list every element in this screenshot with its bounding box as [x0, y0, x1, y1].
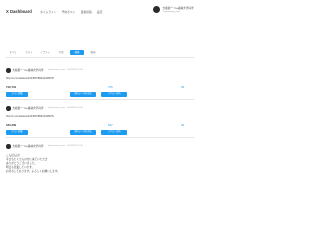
post-meta: @yamatoya_mori · 2024/3/19 18:30	[47, 107, 83, 110]
tab-video[interactable]: 動画	[86, 50, 100, 55]
avatar[interactable]	[6, 106, 11, 111]
post-body-line: お待ちしております。よろしくお願いします。	[6, 170, 60, 173]
repost-analytics-button[interactable]: リポスト分析	[101, 130, 127, 135]
tab-reply[interactable]: リプライ	[38, 50, 52, 55]
post-detail-button[interactable]: ポスト詳細	[6, 130, 28, 135]
post-card: 大和屋ー 'm+森林大学円寺' @yamatoya_mori · 2024/3/…	[6, 106, 194, 138]
tab-all[interactable]: すべて	[6, 50, 20, 55]
nav-item-auto-post[interactable]: 自動投稿	[81, 10, 92, 14]
card-header: 大和屋ー 'm+森林大学円寺' @yamatoya_mori · 2024/3/…	[6, 144, 83, 149]
app-logo[interactable]: X Dashboard	[6, 9, 32, 14]
card-header: 大和屋ー 'm+森林大学円寺' @yamatoya_mori · 2024/3/…	[6, 68, 83, 73]
impressions-count: 180,309	[6, 123, 17, 127]
filter-tabs: すべて ポスト リプライ 引用 画像 動画	[6, 50, 194, 58]
user-info: 大和屋ー 'm+森林大学円寺' @yamatoya_mori	[163, 6, 194, 13]
user-menu[interactable]: 大和屋ー 'm+森林大学円寺' @yamatoya_mori	[152, 6, 194, 13]
tab-post[interactable]: ポスト	[22, 50, 36, 55]
likes-count: 547	[108, 123, 113, 127]
repost-analytics-button[interactable]: リポスト分析	[101, 92, 127, 97]
impressions-count: 749,734	[6, 85, 17, 89]
author-name[interactable]: 大和屋ー 'm+森林大学円寺'	[13, 106, 44, 110]
reposts-count: 29	[181, 85, 185, 89]
post-body-line[interactable]: http://x.com/status/123456789012345679	[6, 115, 54, 118]
tab-quote[interactable]: 引用	[54, 50, 68, 55]
avatar[interactable]	[152, 6, 160, 13]
post-card: 大和屋ー 'm+森林大学円寺' @yamatoya_mori · 2024/3/…	[6, 144, 194, 194]
author-name[interactable]: 大和屋ー 'm+森林大学円寺'	[13, 68, 44, 72]
post-meta: @yamatoya_mori · 2024/3/18 21:15	[47, 145, 83, 148]
nav-item-settings[interactable]: 設定	[97, 10, 103, 14]
post-detail-button[interactable]: ポスト詳細	[6, 92, 28, 97]
post-meta: @yamatoya_mori · 2024/3/20 10:00	[47, 69, 83, 72]
analytics-button[interactable]: 分析データを見る	[70, 130, 96, 135]
main-nav: タイムライン 予約ポスト 自動投稿 設定	[40, 10, 102, 14]
post-body-line[interactable]: http://x.com/status/123456789012345678	[6, 77, 54, 80]
nav-item-scheduled[interactable]: 予約ポスト	[62, 10, 76, 14]
nav-item-timeline[interactable]: タイムライン	[40, 10, 57, 14]
user-handle: @yamatoya_mori	[162, 11, 180, 13]
card-header: 大和屋ー 'm+森林大学円寺' @yamatoya_mori · 2024/3/…	[6, 106, 83, 111]
top-bar: X Dashboard タイムライン 予約ポスト 自動投稿 設定 大和屋ー 'm…	[0, 0, 200, 36]
user-name: 大和屋ー 'm+森林大学円寺'	[162, 7, 194, 10]
post-card: 大和屋ー 'm+森林大学円寺' @yamatoya_mori · 2024/3/…	[6, 68, 194, 100]
avatar[interactable]	[6, 68, 11, 73]
tab-image[interactable]: 画像	[70, 50, 84, 55]
reposts-count: 30	[181, 123, 185, 127]
author-name[interactable]: 大和屋ー 'm+森林大学円寺'	[13, 144, 44, 148]
avatar[interactable]	[6, 144, 11, 149]
analytics-button[interactable]: 分析データを見る	[70, 92, 96, 97]
likes-count: 376	[108, 85, 113, 89]
